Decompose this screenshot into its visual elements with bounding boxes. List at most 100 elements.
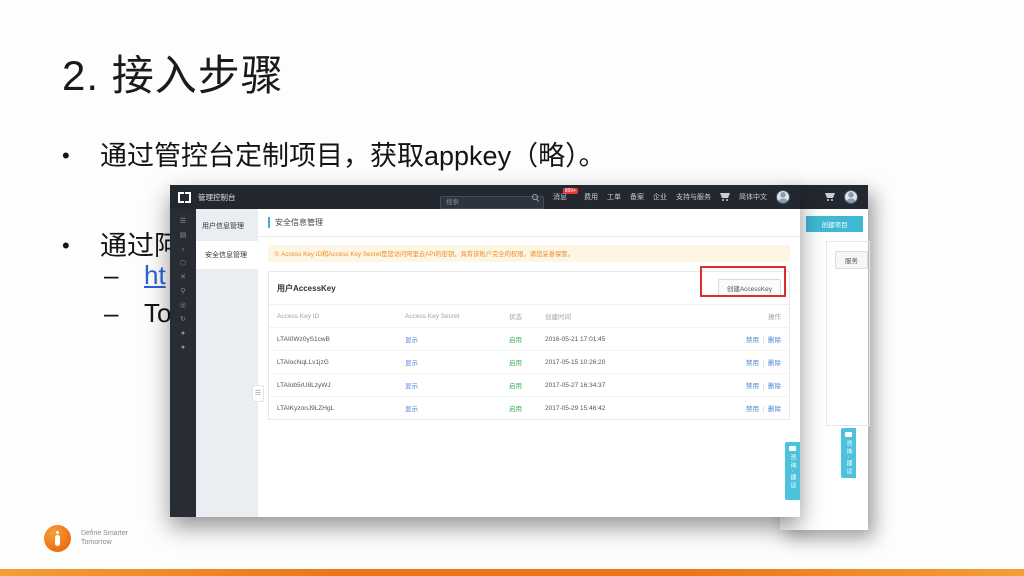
brand-tagline-line2: Tomorrow [81, 538, 112, 546]
console-content: 安全信息管理 ① Access Key ID和Access Key Secret… [258, 209, 800, 517]
col-accesskey-id: Access Key ID [277, 312, 320, 320]
show-secret-link[interactable]: 显示 [405, 380, 509, 390]
table-row: LTAIKyzonJ9LZHgL 显示 启用 2017-05-29 15:46:… [269, 396, 789, 419]
disable-link[interactable]: 禁用 [746, 337, 759, 344]
rail-products-icon[interactable]: ▤ [180, 232, 187, 239]
nav-tickets[interactable]: 工单 [607, 192, 621, 202]
console-logo-icon[interactable] [178, 191, 191, 203]
nav-enterprise[interactable]: 企业 [653, 192, 667, 202]
icon-rail: ☰ ▤ ♁ ⬡ ✕ ⚲ ◎ ↻ ● ● [170, 209, 196, 517]
divider [258, 236, 800, 237]
table-row: LTAI0Wz0yS1cwB 显示 启用 2016-05-21 17:01:45… [269, 327, 789, 350]
feedback-icon [789, 446, 796, 451]
nav-language[interactable]: 简体中文 [739, 192, 767, 202]
disable-link[interactable]: 禁用 [746, 360, 759, 367]
feedback-tab[interactable]: 咨询·建议 [841, 428, 856, 478]
slide: 2. 接入步骤 • 通过管控台定制项目，获取appkey（略）。 • 通过阿 – ht… [0, 0, 1024, 576]
message-count-badge: 999+ [562, 188, 578, 194]
search-box [440, 191, 544, 209]
panel-title: 用户AccessKey [277, 283, 336, 293]
bullet-1-text: 通过管控台定制项目，获取appkey（略）。 [100, 141, 606, 171]
dash-marker: – [104, 260, 119, 290]
rail-hex-icon[interactable]: ⬡ [180, 260, 186, 267]
delete-link[interactable]: 删除 [763, 360, 781, 367]
hyperlink[interactable]: ht [144, 260, 166, 290]
status-badge: 启用 [509, 337, 522, 344]
rail-menu-icon[interactable]: ☰ [180, 218, 186, 225]
delete-link[interactable]: 删除 [763, 406, 781, 413]
rail-tool-icon[interactable]: ⚲ [180, 288, 185, 295]
nav-support[interactable]: 支持与服务 [676, 192, 711, 202]
col-accesskey-secret: Access Key Secret [405, 312, 460, 320]
security-warning-banner: ① Access Key ID和Access Key Secret是您访问阿里云… [268, 245, 790, 262]
create-project-button[interactable]: 创建项目 [806, 216, 863, 232]
nav-billing[interactable]: 费用 [584, 192, 598, 202]
sidebar-collapse-handle[interactable]: ☰ [252, 385, 264, 402]
sidenav-item-security-info[interactable]: 安全信息管理 [196, 241, 258, 269]
console-title: 管理控制台 [198, 192, 236, 202]
service-button[interactable]: 服务 [835, 251, 868, 269]
console-screenshot: 管理控制台 消息 999+ 费用 工单 备案 企业 支持与服务 简体中文 [170, 185, 800, 517]
slide-title: 2. 接入步骤 [62, 52, 284, 99]
disable-link[interactable]: 禁用 [746, 406, 759, 413]
status-badge: 启用 [509, 383, 522, 390]
page-title: 安全信息管理 [268, 217, 790, 228]
nav-messages[interactable]: 消息 999+ [553, 188, 578, 202]
bottom-accent-bar [0, 569, 1024, 576]
rail-target-icon[interactable]: ◎ [180, 302, 186, 309]
col-actions: 操作 [768, 314, 781, 321]
delete-link[interactable]: 删除 [763, 383, 781, 390]
brand-logo-icon [44, 525, 71, 552]
created-time: 2017-05-15 10:26:20 [545, 358, 606, 366]
accesskey-id: LTAI0Wz0yS1cwB [277, 335, 330, 343]
feedback-icon [845, 432, 852, 437]
col-created: 创建时间 [545, 314, 571, 321]
cart-icon[interactable] [825, 193, 835, 201]
sidenav-item-account-info[interactable]: 用户信息管理 [196, 209, 258, 241]
show-secret-link[interactable]: 显示 [405, 334, 509, 344]
delete-link[interactable]: 删除 [763, 337, 781, 344]
create-accesskey-button[interactable]: 创建AccessKey [717, 279, 781, 297]
bullet-1: • 通过管控台定制项目，获取appkey（略）。 [62, 134, 606, 173]
table-row: LTAIocNqLLv1jzG 显示 启用 2017-05-15 10:26:2… [269, 350, 789, 373]
rail-dot-icon[interactable]: ● [181, 344, 185, 351]
search-icon[interactable] [532, 193, 540, 202]
col-status: 状态 [509, 314, 522, 321]
back-panel: 服务 [826, 241, 870, 426]
status-badge: 启用 [509, 360, 522, 367]
show-secret-link[interactable]: 显示 [405, 403, 509, 413]
sub-bullet-link: – ht [104, 260, 166, 291]
show-secret-link[interactable]: 显示 [405, 357, 509, 367]
avatar[interactable] [776, 190, 790, 204]
bullet-2: • 通过阿 [62, 224, 181, 263]
rail-globe-icon[interactable]: ♁ [180, 246, 185, 253]
accesskey-table: Access Key ID Access Key Secret 状态 创建时间 … [269, 305, 789, 419]
feedback-tab[interactable]: 咨询·建议 [785, 442, 800, 500]
dash-marker: – [104, 298, 119, 328]
table-row: LTAIob5rU8LzyWJ 显示 启用 2017-05-27 16:34:3… [269, 373, 789, 396]
bullet-marker: • [62, 233, 70, 258]
status-badge: 启用 [509, 406, 522, 413]
panel-header: 用户AccessKey 创建AccessKey [269, 266, 789, 305]
nav-icp[interactable]: 备案 [630, 192, 644, 202]
console-topbar: 管理控制台 消息 999+ 费用 工单 备案 企业 支持与服务 简体中文 [170, 185, 800, 209]
cart-icon[interactable] [720, 193, 730, 201]
rail-close-icon[interactable]: ✕ [180, 274, 186, 281]
avatar[interactable] [844, 190, 858, 204]
table-header-row: Access Key ID Access Key Secret 状态 创建时间 … [269, 305, 789, 327]
created-time: 2016-05-21 17:01:45 [545, 335, 606, 343]
created-time: 2017-05-29 15:46:42 [545, 404, 606, 412]
search-input[interactable] [440, 195, 544, 209]
accesskey-id: LTAIocNqLLv1jzG [277, 358, 329, 366]
rail-dot-icon[interactable]: ● [181, 330, 185, 337]
bullet-marker: • [62, 143, 70, 168]
accesskey-id: LTAIob5rU8LzyWJ [277, 381, 331, 389]
accesskey-id: LTAIKyzonJ9LZHgL [277, 404, 335, 412]
side-nav: 用户信息管理 安全信息管理 [196, 209, 258, 517]
accesskey-panel: 用户AccessKey 创建AccessKey Access Key ID Ac… [268, 266, 790, 420]
bullet-2-text: 通过阿 [100, 231, 181, 261]
rail-refresh-icon[interactable]: ↻ [180, 316, 186, 323]
brand-tagline-line1: Define Smarter [81, 530, 129, 537]
sub-bullet-text: – To [104, 298, 171, 329]
disable-link[interactable]: 禁用 [746, 383, 759, 390]
